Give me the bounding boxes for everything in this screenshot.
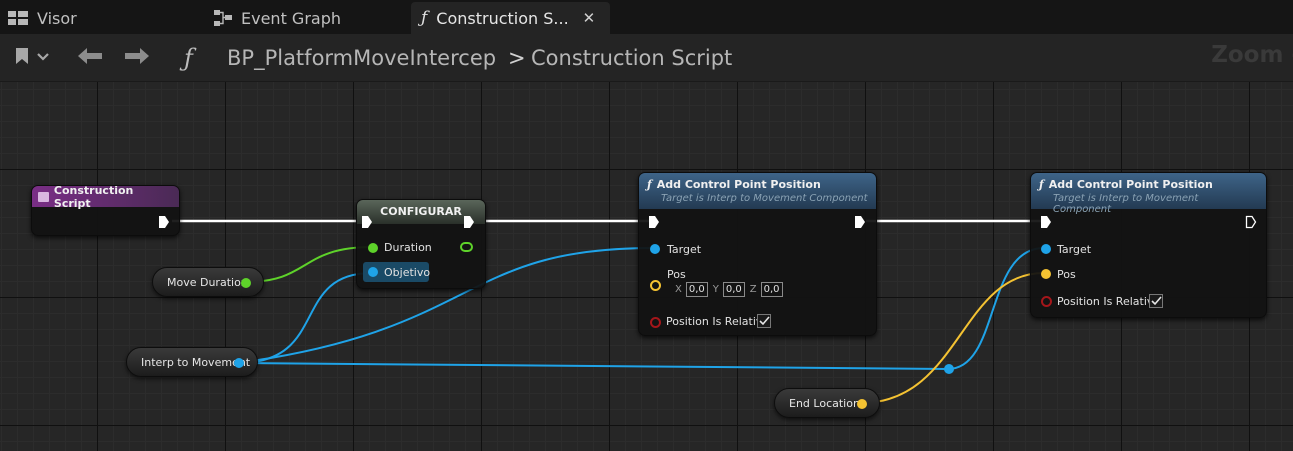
y-label: Y: [712, 284, 719, 295]
function-icon: ƒ: [1039, 178, 1044, 191]
float-out-pin[interactable]: [460, 242, 473, 252]
float-pin[interactable]: [368, 243, 378, 253]
exec-out-pin[interactable]: [1245, 215, 1257, 229]
breadcrumb-separator: >: [508, 46, 526, 70]
bookmark-icon: [14, 47, 50, 69]
event-icon: [38, 191, 49, 202]
checkmark-icon: [758, 316, 770, 326]
back-button[interactable]: [77, 34, 103, 82]
z-label: Z: [749, 284, 757, 295]
vector-pin[interactable]: [650, 280, 661, 291]
bookmark-button[interactable]: [14, 34, 50, 82]
tab-visor[interactable]: Visor: [8, 2, 77, 34]
bool-pin[interactable]: [650, 317, 661, 328]
vector-pin[interactable]: [1041, 269, 1051, 279]
exec-out-pin[interactable]: [854, 215, 866, 229]
graph-toolbar: ƒ BP_PlatformMoveIntercep > Construction…: [0, 34, 1293, 82]
x-input[interactable]: 0,0: [685, 282, 708, 297]
tab-bar: Visor Event Graph ƒ Construction S... ✕: [0, 0, 1293, 34]
breadcrumb-current[interactable]: Construction Script: [531, 34, 732, 82]
add-control-point-node-1[interactable]: ƒ Add Control Point Position Target is In…: [638, 172, 877, 336]
tab-construction-script[interactable]: ƒ Construction S... ✕: [411, 2, 610, 34]
node-title: CONFIGURAR: [380, 205, 462, 218]
node-title: Add Control Point Position: [656, 178, 821, 191]
y-input[interactable]: 0,0: [722, 282, 745, 297]
arrow-right-icon: [124, 47, 150, 69]
event-graph-icon: [214, 10, 232, 26]
exec-in-pin[interactable]: [361, 215, 373, 229]
configurar-node[interactable]: CONFIGURAR Duration Objetivo: [356, 199, 486, 289]
pin-label-target: Target: [1057, 243, 1092, 256]
float-out-pin[interactable]: [241, 278, 251, 288]
exec-out-pin[interactable]: [463, 215, 475, 229]
object-pin[interactable]: [650, 244, 660, 254]
exec-out-pin[interactable]: [158, 215, 170, 229]
x-label: X: [675, 284, 682, 295]
close-icon[interactable]: ✕: [583, 9, 596, 27]
pin-label-position-is-relative: Position Is Relative: [666, 315, 770, 328]
move-duration-variable-node[interactable]: Move Duration: [152, 267, 264, 297]
function-icon: ƒ: [647, 178, 652, 191]
pin-label-objetivo: Objetivo: [384, 266, 431, 279]
variable-label: Move Duration: [167, 275, 248, 289]
node-header: Construction Script: [32, 183, 179, 210]
pin-label-position-is-relative: Position Is Relative: [1057, 295, 1161, 308]
variable-label: End Location: [789, 396, 860, 410]
pin-label-target: Target: [667, 243, 702, 256]
node-subtitle: Target is Interp to Movement Component: [661, 193, 868, 204]
position-is-relative-checkbox[interactable]: [1149, 294, 1163, 308]
interp-to-movement-variable-node[interactable]: Interp to Movement: [126, 347, 258, 377]
object-pin[interactable]: [368, 267, 378, 277]
node-header: ƒ Add Control Point Position Target is In…: [639, 173, 876, 209]
checkmark-icon: [1150, 296, 1162, 306]
forward-button[interactable]: [124, 34, 150, 82]
tab-event-graph[interactable]: Event Graph: [214, 2, 341, 34]
node-title: Add Control Point Position: [1048, 178, 1213, 191]
add-control-point-node-2[interactable]: ƒ Add Control Point Position Target is In…: [1030, 172, 1267, 318]
tab-label: Construction S...: [436, 8, 569, 28]
node-title: Construction Script: [53, 183, 134, 210]
pos-vector-inputs: X 0,0 Y 0,0 Z 0,0: [675, 282, 788, 297]
end-location-variable-node[interactable]: End Location: [774, 388, 880, 418]
pin-label-duration: Duration: [384, 241, 432, 254]
node-subtitle: Target is Interp to Movement Component: [1053, 193, 1199, 215]
exec-in-pin[interactable]: [1040, 215, 1052, 229]
position-is-relative-checkbox[interactable]: [757, 314, 771, 328]
tab-label: Visor: [37, 8, 77, 28]
function-icon: ƒ: [184, 44, 193, 72]
tab-label: Event Graph: [241, 8, 341, 28]
pin-label-pos: Pos: [667, 268, 686, 281]
pin-label-pos: Pos: [1057, 268, 1076, 281]
exec-in-pin[interactable]: [648, 215, 660, 229]
arrow-left-icon: [77, 47, 103, 69]
viewport-icon: [8, 11, 28, 25]
zoom-label: Zoom -: [1211, 42, 1293, 68]
bool-pin[interactable]: [1041, 296, 1052, 307]
object-out-pin[interactable]: [234, 358, 244, 368]
construction-script-node[interactable]: Construction Script: [31, 183, 180, 236]
z-input[interactable]: 0,0: [760, 282, 783, 297]
node-header: ƒ Add Control Point Position Target is In…: [1031, 173, 1266, 215]
vector-out-pin[interactable]: [857, 399, 867, 409]
object-pin[interactable]: [1041, 244, 1051, 254]
breadcrumb-blueprint[interactable]: BP_PlatformMoveIntercep: [227, 34, 496, 82]
function-icon: ƒ: [421, 8, 428, 28]
